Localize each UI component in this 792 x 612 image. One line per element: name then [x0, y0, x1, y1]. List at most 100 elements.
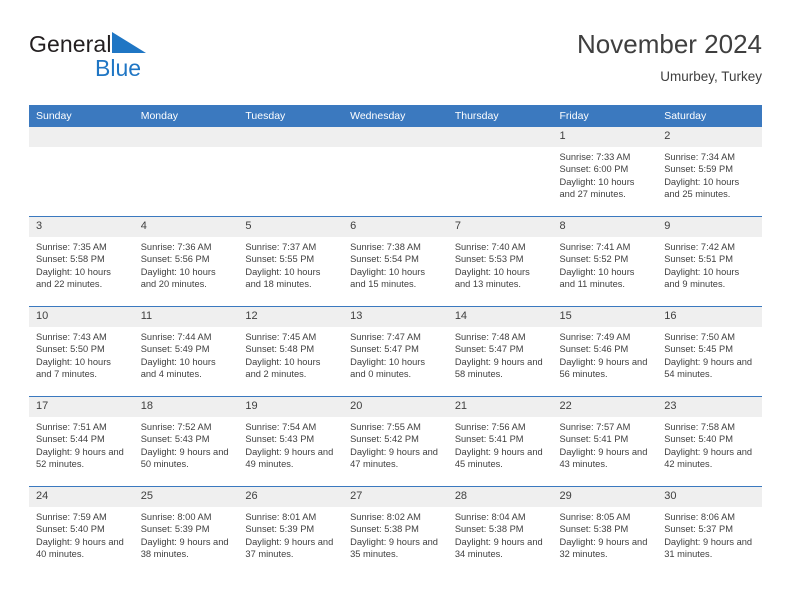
sunrise-text: Sunrise: 7:42 AM — [664, 242, 736, 252]
day-number: 15 — [552, 307, 658, 327]
day-number: 26 — [238, 487, 344, 507]
day-cell[interactable]: 17 Sunrise: 7:51 AM Sunset: 5:44 PM Dayligh… — [29, 396, 134, 487]
day-cell[interactable]: 20 Sunrise: 7:55 AM Sunset: 5:42 PM Dayligh… — [343, 396, 448, 487]
day-number: 23 — [657, 397, 762, 417]
day-cell[interactable]: 16 Sunrise: 7:50 AM Sunset: 5:45 PM Dayligh… — [657, 306, 762, 397]
day-cell[interactable]: 10 Sunrise: 7:43 AM Sunset: 5:50 PM Dayligh… — [29, 306, 134, 397]
sunrise-text: Sunrise: 8:04 AM — [454, 512, 526, 522]
sunrise-text: Sunrise: 8:05 AM — [559, 512, 631, 522]
sunset-text: Sunset: 5:47 PM — [350, 344, 419, 355]
day-cell[interactable]: 12 Sunrise: 7:45 AM Sunset: 5:48 PM Dayligh… — [238, 306, 344, 397]
day-details — [134, 147, 239, 151]
day-cell[interactable]: 5 Sunrise: 7:37 AM Sunset: 5:55 PM Daylight… — [238, 216, 344, 307]
sunrise-text: Sunrise: 7:36 AM — [140, 242, 212, 252]
day-cell[interactable] — [238, 127, 344, 217]
day-cell[interactable]: 13 Sunrise: 7:47 AM Sunset: 5:47 PM Dayligh… — [343, 306, 448, 397]
daylight-text: Daylight: 9 hours and 47 minutes. — [350, 446, 438, 470]
day-cell[interactable]: 6 Sunrise: 7:38 AM Sunset: 5:54 PM Daylight… — [343, 216, 448, 307]
day-cell[interactable]: 27 Sunrise: 8:02 AM Sunset: 5:38 PM Dayligh… — [343, 486, 448, 576]
day-number: 7 — [447, 217, 553, 237]
day-number: 21 — [447, 397, 553, 417]
day-cell[interactable]: 22 Sunrise: 7:57 AM Sunset: 5:41 PM Dayligh… — [552, 396, 658, 487]
day-details: Sunrise: 7:59 AM Sunset: 5:40 PM Daylight:… — [29, 507, 134, 561]
daylight-text: Daylight: 9 hours and 34 minutes. — [454, 536, 543, 560]
day-details — [448, 147, 553, 151]
day-cell[interactable] — [343, 127, 448, 217]
day-details: Sunrise: 7:37 AM Sunset: 5:55 PM Daylight:… — [238, 237, 343, 291]
daylight-text: Daylight: 10 hours and 11 minutes. — [559, 266, 635, 290]
daylight-text: Daylight: 10 hours and 25 minutes. — [664, 176, 740, 200]
sunset-text: Sunset: 5:39 PM — [245, 524, 315, 535]
day-cell[interactable]: 28 Sunrise: 8:04 AM Sunset: 5:38 PM Dayligh… — [447, 486, 553, 576]
day-cell[interactable] — [133, 127, 239, 217]
calendar-week-row: 24 Sunrise: 7:59 AM Sunset: 5:40 PM Dayligh… — [29, 486, 762, 576]
sunset-text: Sunset: 5:50 PM — [36, 344, 105, 355]
day-details: Sunrise: 7:45 AM Sunset: 5:48 PM Daylight:… — [238, 327, 343, 381]
day-cell[interactable]: 21 Sunrise: 7:56 AM Sunset: 5:41 PM Dayligh… — [447, 396, 553, 487]
weekday-header-tuesday: Tuesday — [238, 105, 344, 127]
sunrise-text: Sunrise: 7:35 AM — [36, 242, 107, 252]
day-cell[interactable]: 30 Sunrise: 8:06 AM Sunset: 5:37 PM Dayligh… — [657, 486, 762, 576]
sunset-text: Sunset: 5:45 PM — [664, 344, 733, 355]
calendar-week-row: 10 Sunrise: 7:43 AM Sunset: 5:50 PM Dayligh… — [29, 306, 762, 397]
daylight-text: Daylight: 9 hours and 56 minutes. — [559, 356, 648, 380]
day-cell[interactable]: 7 Sunrise: 7:40 AM Sunset: 5:53 PM Daylight… — [447, 216, 553, 307]
brand-triangle-icon — [111, 32, 148, 59]
day-cell[interactable] — [447, 127, 553, 217]
daylight-text: Daylight: 9 hours and 40 minutes. — [36, 536, 124, 560]
brand-name-dark-row: General — [29, 32, 259, 59]
day-number: 9 — [657, 217, 762, 237]
daylight-text: Daylight: 9 hours and 54 minutes. — [664, 356, 753, 380]
day-cell[interactable]: 26 Sunrise: 8:01 AM Sunset: 5:39 PM Dayligh… — [238, 486, 344, 576]
day-cell[interactable]: 25 Sunrise: 8:00 AM Sunset: 5:39 PM Dayligh… — [133, 486, 239, 576]
day-cell[interactable]: 3 Sunrise: 7:35 AM Sunset: 5:58 PM Daylight… — [29, 216, 134, 307]
day-number: 8 — [552, 217, 658, 237]
brand-logo[interactable]: General Blue — [29, 32, 259, 92]
weekday-header-thursday: Thursday — [447, 105, 553, 127]
daylight-text: Daylight: 9 hours and 42 minutes. — [664, 446, 753, 470]
day-cell[interactable]: 19 Sunrise: 7:54 AM Sunset: 5:43 PM Dayligh… — [238, 396, 344, 487]
sunset-text: Sunset: 5:46 PM — [559, 344, 629, 355]
daylight-text: Daylight: 10 hours and 0 minutes. — [350, 356, 426, 380]
day-cell[interactable]: 8 Sunrise: 7:41 AM Sunset: 5:52 PM Daylight… — [552, 216, 658, 307]
day-details: Sunrise: 7:38 AM Sunset: 5:54 PM Daylight:… — [343, 237, 448, 291]
sunset-text: Sunset: 5:38 PM — [350, 524, 419, 535]
day-number: 6 — [343, 217, 448, 237]
day-cell[interactable]: 11 Sunrise: 7:44 AM Sunset: 5:49 PM Dayligh… — [133, 306, 239, 397]
day-details: Sunrise: 7:42 AM Sunset: 5:51 PM Daylight:… — [657, 237, 762, 291]
day-cell[interactable]: 4 Sunrise: 7:36 AM Sunset: 5:56 PM Daylight… — [133, 216, 239, 307]
sunset-text: Sunset: 5:39 PM — [140, 524, 210, 535]
day-details: Sunrise: 8:02 AM Sunset: 5:38 PM Daylight:… — [343, 507, 448, 561]
day-details: Sunrise: 8:04 AM Sunset: 5:38 PM Daylight:… — [448, 507, 553, 561]
day-cell[interactable]: 2 Sunrise: 7:34 AM Sunset: 5:59 PM Daylight… — [657, 127, 762, 217]
daylight-text: Daylight: 10 hours and 27 minutes. — [559, 176, 635, 200]
sunrise-text: Sunrise: 7:33 AM — [559, 152, 631, 162]
day-details: Sunrise: 7:57 AM Sunset: 5:41 PM Daylight:… — [553, 417, 658, 471]
day-details — [29, 147, 134, 151]
day-number: 19 — [238, 397, 344, 417]
day-cell[interactable]: 14 Sunrise: 7:48 AM Sunset: 5:47 PM Dayligh… — [447, 306, 553, 397]
daylight-text: Daylight: 9 hours and 49 minutes. — [245, 446, 334, 470]
daylight-text: Daylight: 10 hours and 13 minutes. — [454, 266, 530, 290]
daylight-text: Daylight: 10 hours and 20 minutes. — [140, 266, 216, 290]
day-cell[interactable]: 23 Sunrise: 7:58 AM Sunset: 5:40 PM Dayligh… — [657, 396, 762, 487]
day-cell[interactable]: 9 Sunrise: 7:42 AM Sunset: 5:51 PM Daylight… — [657, 216, 762, 307]
day-cell[interactable] — [29, 127, 134, 217]
day-cell[interactable]: 15 Sunrise: 7:49 AM Sunset: 5:46 PM Dayligh… — [552, 306, 658, 397]
day-cell[interactable]: 1 Sunrise: 7:33 AM Sunset: 6:00 PM Daylight… — [552, 127, 658, 217]
sunrise-text: Sunrise: 7:45 AM — [245, 332, 317, 342]
day-number: 4 — [133, 217, 239, 237]
day-number: 3 — [29, 217, 134, 237]
daylight-text: Daylight: 9 hours and 45 minutes. — [454, 446, 543, 470]
day-number — [447, 127, 553, 147]
day-cell[interactable]: 29 Sunrise: 8:05 AM Sunset: 5:38 PM Dayligh… — [552, 486, 658, 576]
daylight-text: Daylight: 9 hours and 38 minutes. — [140, 536, 229, 560]
day-cell[interactable]: 24 Sunrise: 7:59 AM Sunset: 5:40 PM Dayligh… — [29, 486, 134, 576]
day-details: Sunrise: 7:58 AM Sunset: 5:40 PM Daylight:… — [657, 417, 762, 471]
sunset-text: Sunset: 5:47 PM — [454, 344, 524, 355]
day-number: 11 — [133, 307, 239, 327]
day-cell[interactable]: 18 Sunrise: 7:52 AM Sunset: 5:43 PM Dayligh… — [133, 396, 239, 487]
daylight-text: Daylight: 9 hours and 31 minutes. — [664, 536, 753, 560]
day-details: Sunrise: 7:43 AM Sunset: 5:50 PM Daylight:… — [29, 327, 134, 381]
day-number — [133, 127, 239, 147]
